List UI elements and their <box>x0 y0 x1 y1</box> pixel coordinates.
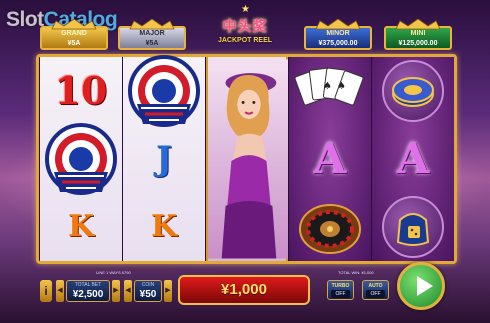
spin-button[interactable] <box>397 262 445 310</box>
coin-display: COIN ¥50 <box>134 280 162 302</box>
coin-label: COIN <box>141 282 155 288</box>
star-icon: ★ <box>241 4 250 15</box>
total-win-label: TOTAL WIN: ¥1,000 <box>338 270 374 275</box>
logo-title: 中头奖 <box>222 18 268 34</box>
symbol-text: K <box>150 209 178 244</box>
game-logo: ★ 中头奖 JACKPOT REEL <box>196 2 294 54</box>
auto-label: AUTO <box>368 283 383 289</box>
jackpot-name: GRAND <box>61 30 87 37</box>
logo-subtitle: JACKPOT REEL <box>217 37 273 44</box>
roulette-icon <box>299 204 361 254</box>
bet-decrease-button[interactable]: ◀ <box>56 280 64 302</box>
jackpot-mini: MINI ¥125,000.00 <box>384 18 452 50</box>
reel-2: J K <box>123 55 205 261</box>
jackpot-value: ¥5A <box>67 40 81 47</box>
symbol-king: K <box>40 193 122 261</box>
total-bet-display: TOTAL BET ¥2,500 <box>66 280 110 302</box>
symbol-flag-fan <box>40 123 122 195</box>
reels-frame: 10 K J K ♠ ♠ A A <box>36 54 457 264</box>
crown-icon <box>314 17 362 30</box>
reel-5: A <box>372 57 454 261</box>
jackpot-major: MAJOR ¥5A <box>118 18 186 50</box>
symbol-text: A <box>313 134 347 183</box>
auto-toggle[interactable]: AUTO OFF <box>362 280 389 300</box>
jackpot-grand: GRAND ¥5A <box>40 18 108 50</box>
auto-state: OFF <box>366 290 385 298</box>
symbol-cards: ♠ ♠ <box>289 57 371 125</box>
jackpot-name: MINOR <box>326 30 350 37</box>
symbol-jack: J <box>123 125 205 193</box>
jackpot-name: MINI <box>410 30 426 37</box>
total-bet-label: TOTAL BET <box>74 282 102 288</box>
coin-decrease-button[interactable]: ◀ <box>124 280 132 302</box>
info-button[interactable]: i <box>40 280 52 302</box>
jackpot-value: ¥125,000.00 <box>398 40 438 47</box>
jackpot-value: ¥375,000.00 <box>318 40 358 47</box>
jackpot-value: ¥5A <box>145 40 159 47</box>
lady-wild-icon <box>208 59 288 259</box>
symbol-text: K <box>67 209 95 244</box>
flag-fan-icon <box>128 55 200 127</box>
jackpot-name: MAJOR <box>139 30 165 37</box>
symbol-roulette <box>289 193 371 261</box>
crown-icon <box>128 17 176 30</box>
crown-icon <box>50 17 98 30</box>
symbol-chip <box>372 57 454 125</box>
reel-1: 10 K <box>40 57 122 261</box>
lines-label: LINE 1 WAYS 6790 <box>96 270 131 275</box>
symbol-text: A <box>396 134 430 183</box>
coin-value: ¥50 <box>139 289 157 300</box>
dice-bag-icon <box>382 196 444 258</box>
symbol-flag-fan <box>123 55 205 127</box>
total-bet-value: ¥2,500 <box>72 289 104 300</box>
jackpot-minor: MINOR ¥375,000.00 <box>304 18 372 50</box>
svg-text:♠: ♠ <box>323 81 332 92</box>
reel-3-wild <box>206 57 288 261</box>
turbo-toggle[interactable]: TURBO OFF <box>327 280 354 300</box>
symbol-ace: A <box>372 125 454 193</box>
play-icon <box>417 276 433 296</box>
turbo-label: TURBO <box>331 283 350 289</box>
playing-cards-icon: ♠ ♠ <box>295 67 364 106</box>
svg-text:♠: ♠ <box>337 81 346 92</box>
casino-chip-icon <box>382 60 444 122</box>
bet-increase-button[interactable]: ▶ <box>112 280 120 302</box>
symbol-king: K <box>123 193 205 261</box>
turbo-state: OFF <box>331 290 350 298</box>
reel-4: ♠ ♠ A <box>289 57 371 261</box>
symbol-text: 10 <box>54 68 108 113</box>
flag-fan-icon <box>45 123 117 195</box>
crown-icon <box>394 17 442 30</box>
symbol-text: J <box>155 139 173 179</box>
symbol-ten: 10 <box>40 57 122 125</box>
symbol-dice-bag <box>372 193 454 261</box>
win-value: ¥1,000 <box>221 281 267 298</box>
coin-increase-button[interactable]: ▶ <box>164 280 172 302</box>
symbol-ace: A <box>289 125 371 193</box>
win-display: ¥1,000 <box>178 275 310 305</box>
